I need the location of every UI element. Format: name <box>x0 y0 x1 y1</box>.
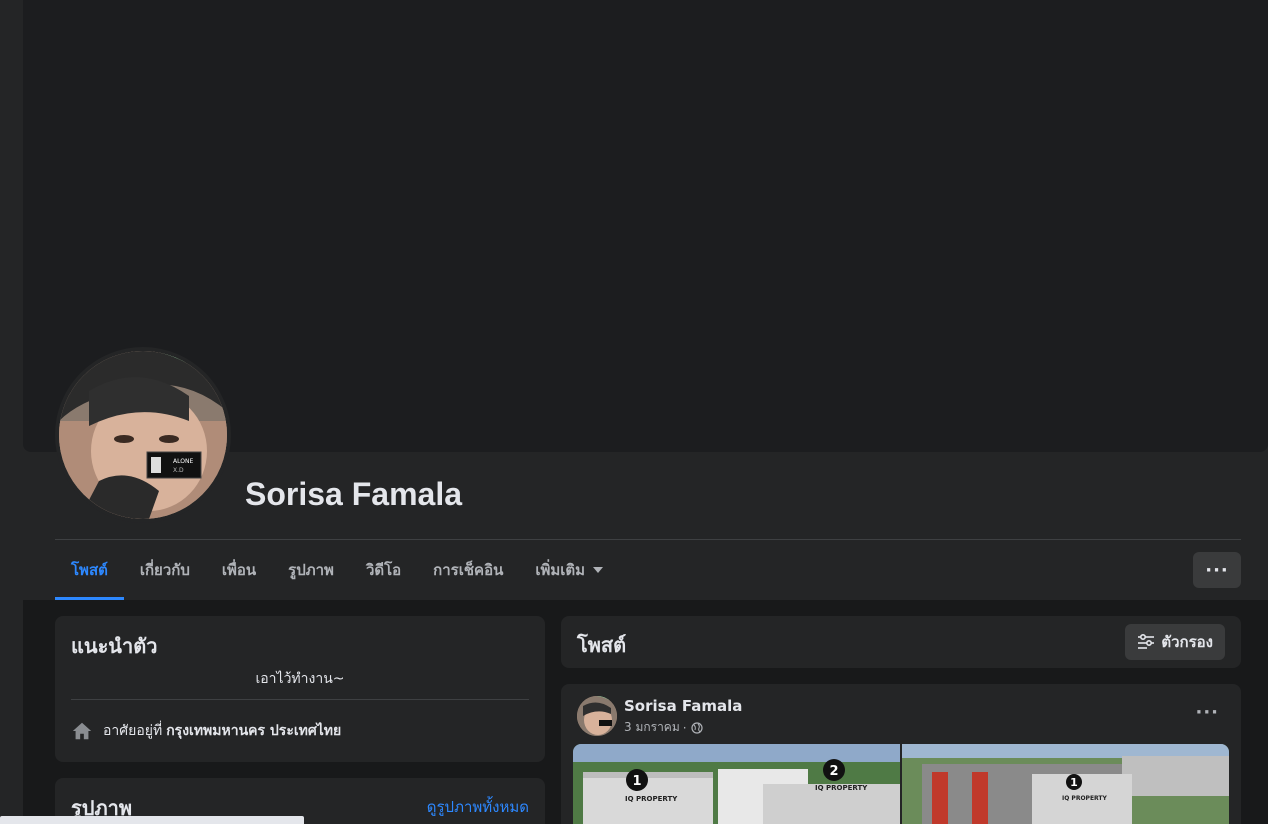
tab-label: เกี่ยวกับ <box>139 561 190 579</box>
intro-bio: เอาไว้ทำงาน~ <box>255 671 345 687</box>
tab-label: เพิ่มเติม <box>535 561 586 579</box>
tab-label: โพสต์ <box>71 561 108 579</box>
tab-photos[interactable]: รูปภาพ <box>272 540 350 600</box>
posts-title: โพสต์ <box>577 633 627 657</box>
lives-in-row: อาศัยอยู่ที่ กรุงเทพมหานคร ประเทศไทย <box>71 720 341 742</box>
post-author-name[interactable]: Sorisa Famala <box>624 697 742 715</box>
tab-label: เพื่อน <box>221 561 257 579</box>
tab-more[interactable]: เพิ่มเติม <box>519 540 619 600</box>
tab-label: วิดีโอ <box>365 561 402 579</box>
profile-avatar[interactable]: ALONE X.D <box>55 347 231 523</box>
avatar-badge-line1: ALONE <box>173 458 193 465</box>
image-brand-2: IQ PROPERTY <box>815 784 868 792</box>
tab-checkins[interactable]: การเช็คอิน <box>417 540 519 600</box>
caret-down-icon <box>593 567 604 573</box>
profile-name: Sorisa Famala <box>245 476 462 512</box>
image-brand-1: IQ PROPERTY <box>625 795 678 803</box>
tab-posts[interactable]: โพสต์ <box>55 540 124 600</box>
profile-tabs: โพสต์ เกี่ยวกับ เพื่อน รูปภาพ วิดีโอ การ… <box>55 540 619 600</box>
avatar-badge-line2: X.D <box>173 467 184 474</box>
post-images[interactable]: 1 IQ PROPERTY 2 IQ PROPERTY 1 IQ PROPERT… <box>573 744 1229 824</box>
filter-label: ตัวกรอง <box>1161 633 1213 651</box>
image-number-3: 1 <box>1070 776 1078 789</box>
lives-in-prefix: อาศัยอยู่ที่ <box>103 723 163 739</box>
globe-icon <box>690 721 703 734</box>
tab-label: การเช็คอิน <box>433 561 504 579</box>
intro-title: แนะนำตัว <box>71 634 158 658</box>
post-options-button[interactable]: ··· <box>1195 702 1219 723</box>
lives-in-place[interactable]: กรุงเทพมหานคร ประเทศไทย <box>166 720 341 742</box>
intro-card: แนะนำตัว เอาไว้ทำงาน~ อาศัยอยู่ที่ กรุงเ… <box>55 616 545 762</box>
tab-videos[interactable]: วิดีโอ <box>350 540 417 600</box>
post-date[interactable]: 3 มกราคม <box>624 718 680 737</box>
post-meta: 3 มกราคม · <box>624 718 703 737</box>
tab-about[interactable]: เกี่ยวกับ <box>124 540 206 600</box>
post-author-avatar[interactable] <box>577 696 617 736</box>
profile-more-button[interactable]: ··· <box>1193 552 1241 588</box>
post-image-2[interactable]: 1 IQ PROPERTY <box>902 744 1229 824</box>
filter-button[interactable]: ตัวกรอง <box>1125 624 1225 660</box>
image-number-1: 1 <box>632 774 641 789</box>
posts-header-card: โพสต์ ตัวกรอง <box>561 616 1241 668</box>
see-all-photos-link[interactable]: ดูรูปภาพทั้งหมด <box>427 795 529 819</box>
tab-friends[interactable]: เพื่อน <box>206 540 272 600</box>
image-number-2: 2 <box>829 764 838 779</box>
filter-icon <box>1138 634 1155 649</box>
image-brand-3: IQ PROPERTY <box>1062 795 1107 802</box>
home-icon <box>72 722 92 740</box>
intro-divider <box>71 699 529 700</box>
left-strip <box>0 0 23 824</box>
post-image-1[interactable]: 1 IQ PROPERTY 2 IQ PROPERTY <box>573 744 900 824</box>
post-card: Sorisa Famala 3 มกราคม · ··· 1 IQ PROPER… <box>561 684 1241 824</box>
avatar-image: ALONE X.D <box>59 351 227 519</box>
meta-separator: · <box>682 720 687 735</box>
tab-label: รูปภาพ <box>288 561 334 579</box>
bottom-chat-bar[interactable] <box>0 816 304 824</box>
